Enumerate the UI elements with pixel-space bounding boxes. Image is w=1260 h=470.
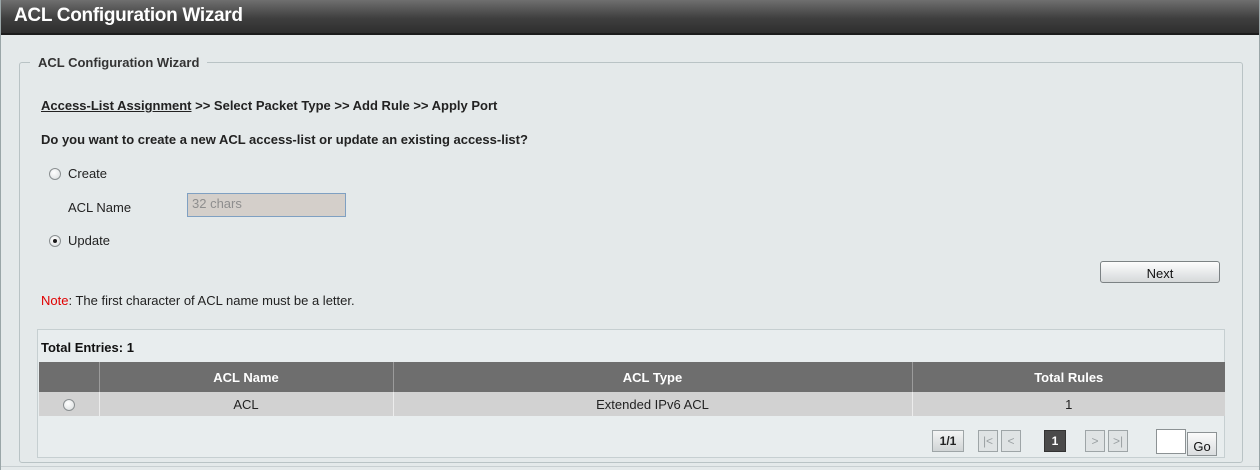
page: ACL Configuration Wizard ACL Configurati… <box>0 0 1260 470</box>
acl-table: ACL Name ACL Type Total Rules ACL Extend… <box>39 362 1225 416</box>
row-select-radio[interactable] <box>62 399 75 412</box>
create-radio-label[interactable]: Create <box>68 166 107 181</box>
acl-name-input[interactable] <box>187 193 346 217</box>
acl-name-label: ACL Name <box>68 200 132 215</box>
update-radio-label[interactable]: Update <box>68 233 110 248</box>
column-header-acl-type: ACL Type <box>393 362 913 392</box>
first-page-button[interactable]: |< <box>978 430 998 452</box>
wizard-question: Do you want to create a new ACL access-l… <box>41 132 528 147</box>
next-button[interactable]: Next <box>1100 261 1220 283</box>
next-page-button[interactable]: > <box>1085 430 1105 452</box>
note-message: : The first character of ACL name must b… <box>68 293 355 308</box>
breadcrumb-remaining-steps: >> Select Packet Type >> Add Rule >> App… <box>191 98 498 113</box>
row-select-cell <box>39 392 100 416</box>
page-number-input[interactable] <box>1156 429 1186 454</box>
page-1-button[interactable]: 1 <box>1044 430 1066 452</box>
column-header-acl-name: ACL Name <box>99 362 394 392</box>
window-title-bar: ACL Configuration Wizard <box>1 0 1259 35</box>
column-header-select <box>39 362 100 392</box>
window-title: ACL Configuration Wizard <box>14 5 243 26</box>
note-key: Note <box>41 293 69 308</box>
table-row[interactable]: ACL Extended IPv6 ACL 1 <box>39 392 1225 416</box>
table-header-row: ACL Name ACL Type Total Rules <box>39 362 1225 392</box>
breadcrumb-current-step: Access-List Assignment <box>41 98 192 113</box>
cell-acl-name: ACL <box>99 392 394 416</box>
breadcrumb: Access-List Assignment >> Select Packet … <box>41 98 497 113</box>
cell-total-rules: 1 <box>912 392 1225 416</box>
note-text: Note: The first character of ACL name mu… <box>41 293 355 308</box>
bottom-divider <box>1 466 1259 467</box>
prev-page-button[interactable]: < <box>1001 430 1021 452</box>
wizard-legend: ACL Configuration Wizard <box>38 55 200 70</box>
go-button[interactable]: Go <box>1187 432 1217 456</box>
create-radio[interactable] <box>49 168 61 180</box>
update-radio[interactable] <box>49 235 61 247</box>
total-entries: Total Entries: 1 <box>41 340 134 355</box>
last-page-button[interactable]: >| <box>1108 430 1128 452</box>
cell-acl-type: Extended IPv6 ACL <box>393 392 913 416</box>
page-indicator: 1/1 <box>932 430 964 452</box>
column-header-total-rules: Total Rules <box>912 362 1225 392</box>
